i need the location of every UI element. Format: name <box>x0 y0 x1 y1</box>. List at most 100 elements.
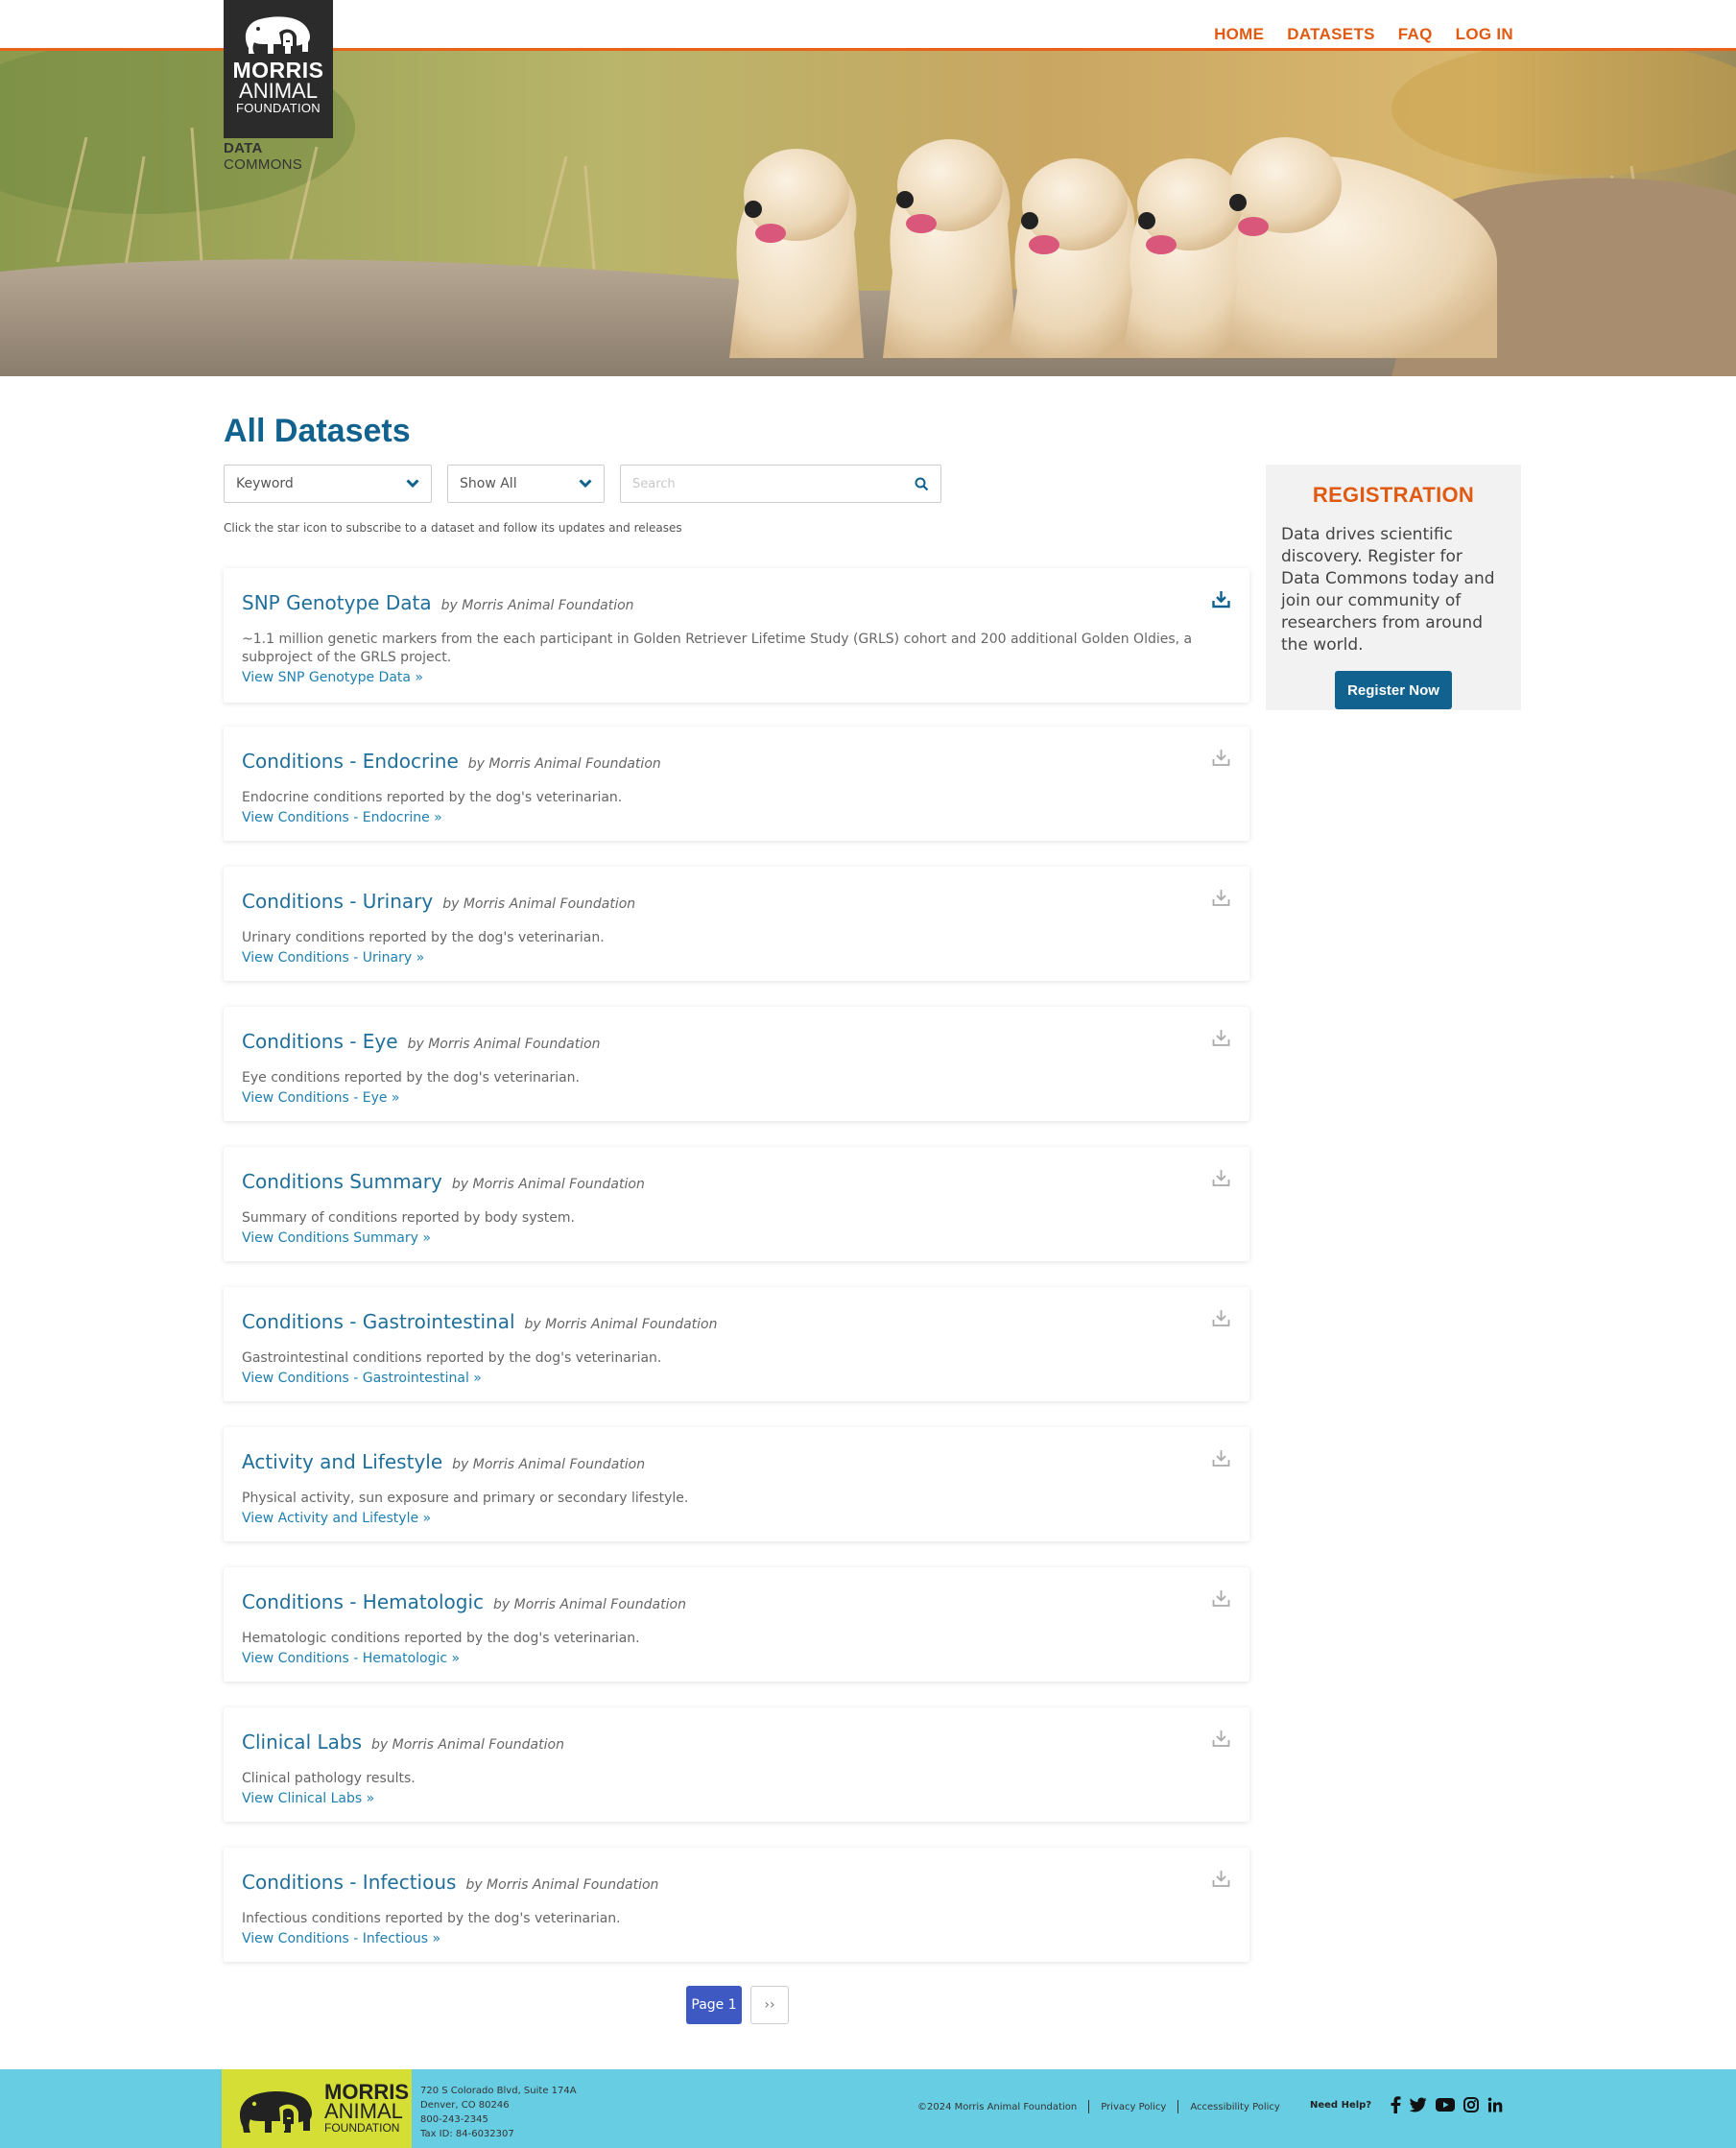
next-page-button[interactable]: ›› <box>750 1986 789 2024</box>
dataset-view-link[interactable]: View Conditions Summary » <box>242 1230 431 1246</box>
dataset-description: Urinary conditions reported by the dog's… <box>242 930 605 945</box>
dataset-description: Hematologic conditions reported by the d… <box>242 1631 640 1646</box>
search-icon[interactable] <box>915 477 929 491</box>
dataset-title[interactable]: Conditions - Eye <box>242 1030 398 1053</box>
dataset-view-link[interactable]: View Conditions - Infectious » <box>242 1931 440 1946</box>
download-icon[interactable] <box>1212 1870 1230 1888</box>
logo-subtitle: DATA COMMONS <box>224 140 333 173</box>
dataset-view-link[interactable]: View Activity and Lifestyle » <box>242 1511 431 1526</box>
dataset-title[interactable]: Conditions - Gastrointestinal <box>242 1310 515 1333</box>
dataset-card: Conditions - Eye by Morris Animal Foundat… <box>224 1007 1249 1121</box>
divider <box>1088 2100 1090 2113</box>
keyword-select-label: Keyword <box>236 476 294 491</box>
download-icon[interactable] <box>1212 1169 1230 1187</box>
footer-address: 720 S Colorado Blvd, Suite 174A Denver, … <box>420 2084 577 2141</box>
linkedin-icon[interactable] <box>1487 2097 1503 2112</box>
chevron-down-icon <box>579 479 592 489</box>
registration-panel: REGISTRATION Data drives scientific disc… <box>1266 465 1521 710</box>
nav-faq[interactable]: FAQ <box>1398 25 1433 44</box>
dataset-view-link[interactable]: View Conditions - Eye » <box>242 1090 400 1106</box>
search-input[interactable] <box>632 476 901 491</box>
dataset-author: by Morris Animal Foundation <box>451 1177 645 1192</box>
dataset-author: by Morris Animal Foundation <box>465 1877 659 1893</box>
dataset-description: Summary of conditions reported by body s… <box>242 1210 575 1226</box>
keyword-select[interactable]: Keyword <box>224 465 432 503</box>
register-now-button[interactable]: Register Now <box>1335 671 1452 709</box>
registration-title: REGISTRATION <box>1312 483 1475 507</box>
dataset-view-link[interactable]: View Conditions - Urinary » <box>242 950 424 966</box>
logo-line-morris: MORRIS <box>232 58 324 83</box>
dataset-title[interactable]: Conditions - Endocrine <box>242 750 459 773</box>
facebook-icon[interactable] <box>1390 2096 1401 2113</box>
subscribe-hint: Click the star icon to subscribe to a da… <box>224 521 682 535</box>
social-links <box>1390 2096 1503 2113</box>
dataset-description: Physical activity, sun exposure and prim… <box>242 1491 689 1506</box>
privacy-policy-link[interactable]: Privacy Policy <box>1101 2102 1166 2112</box>
footer-logo-text: MORRIS ANIMAL FOUNDATION <box>324 2082 409 2136</box>
download-icon[interactable] <box>1212 590 1230 609</box>
dataset-title[interactable]: Conditions Summary <box>242 1170 442 1193</box>
dataset-author: by Morris Animal Foundation <box>452 1457 646 1472</box>
elephant-logo-icon <box>239 2090 312 2133</box>
accessibility-policy-link[interactable]: Accessibility Policy <box>1190 2102 1279 2112</box>
twitter-icon[interactable] <box>1410 2097 1427 2112</box>
dataset-description: Eye conditions reported by the dog's vet… <box>242 1070 581 1086</box>
download-icon[interactable] <box>1212 889 1230 907</box>
nav-home[interactable]: HOME <box>1214 25 1264 44</box>
footer-logo[interactable]: MORRIS ANIMAL FOUNDATION <box>222 2069 412 2148</box>
dataset-description: ~1.1 million genetic markers from the ea… <box>242 632 1193 665</box>
need-help-link[interactable]: Need Help? <box>1310 2100 1371 2111</box>
download-icon[interactable] <box>1212 1589 1230 1608</box>
logo-sub-commons: COMMONS <box>224 156 303 173</box>
dataset-title[interactable]: Clinical Labs <box>242 1730 362 1754</box>
dataset-view-link[interactable]: View SNP Genotype Data » <box>242 670 423 685</box>
footer-links: ©2024 Morris Animal Foundation Privacy P… <box>917 2100 1280 2113</box>
copyright: ©2024 Morris Animal Foundation <box>917 2101 1078 2112</box>
download-icon[interactable] <box>1212 749 1230 767</box>
dataset-view-link[interactable]: View Clinical Labs » <box>242 1791 374 1806</box>
dataset-card: Activity and Lifestyle by Morris Animal F… <box>224 1427 1249 1541</box>
dataset-title[interactable]: SNP Genotype Data <box>242 591 432 614</box>
dataset-card: Clinical Labs by Morris Animal Foundation… <box>224 1707 1249 1822</box>
show-all-select[interactable]: Show All <box>447 465 605 503</box>
instagram-icon[interactable] <box>1463 2097 1479 2112</box>
dataset-card: Conditions - Endocrine by Morris Animal F… <box>224 727 1249 841</box>
download-icon[interactable] <box>1212 1449 1230 1468</box>
page-1-button[interactable]: Page 1 <box>686 1986 742 2024</box>
dataset-card: Conditions - Infectious by Morris Animal … <box>224 1848 1249 1962</box>
youtube-icon[interactable] <box>1436 2098 1455 2112</box>
dataset-title[interactable]: Conditions - Hematologic <box>242 1590 484 1613</box>
dataset-view-link[interactable]: View Conditions - Gastrointestinal » <box>242 1371 482 1386</box>
dataset-author: by Morris Animal Foundation <box>371 1737 564 1753</box>
dataset-description: Endocrine conditions reported by the dog… <box>242 790 623 805</box>
nav-login[interactable]: LOG IN <box>1456 25 1513 44</box>
dataset-title[interactable]: Conditions - Infectious <box>242 1871 456 1894</box>
dataset-title[interactable]: Conditions - Urinary <box>242 890 433 913</box>
download-icon[interactable] <box>1212 1029 1230 1047</box>
dataset-view-link[interactable]: View Conditions - Endocrine » <box>242 810 442 825</box>
download-icon[interactable] <box>1212 1309 1230 1327</box>
logo-line-animal: ANIMAL <box>239 79 318 103</box>
divider <box>1177 2100 1179 2113</box>
address-line: Denver, CO 80246 <box>420 2100 510 2111</box>
filter-bar: Keyword Show All <box>224 465 941 503</box>
dataset-view-link[interactable]: View Conditions - Hematologic » <box>242 1651 460 1666</box>
page-title: All Datasets <box>224 413 411 449</box>
download-icon[interactable] <box>1212 1730 1230 1748</box>
site-logo[interactable]: MORRIS ANIMAL FOUNDATION DATA COMMONS <box>224 0 333 173</box>
dataset-description: Clinical pathology results. <box>242 1771 416 1786</box>
main-nav: HOME DATASETS FAQ LOG IN <box>1214 25 1513 44</box>
dataset-author: by Morris Animal Foundation <box>524 1317 718 1332</box>
phone-number[interactable]: 800-243-2345 <box>420 2112 577 2127</box>
dataset-card: SNP Genotype Data by Morris Animal Founda… <box>224 568 1249 703</box>
dataset-title[interactable]: Activity and Lifestyle <box>242 1450 442 1473</box>
dataset-author: by Morris Animal Foundation <box>493 1597 686 1612</box>
logo-badge: MORRIS ANIMAL FOUNDATION <box>224 0 333 138</box>
footer-logo-animal: ANIMAL <box>324 2099 403 2123</box>
nav-datasets[interactable]: DATASETS <box>1287 25 1375 44</box>
registration-text: Data drives scientific discovery. Regist… <box>1281 525 1495 655</box>
show-all-select-label: Show All <box>460 476 517 491</box>
dataset-card: Conditions - Urinary by Morris Animal Fou… <box>224 867 1249 981</box>
footer-logo-foundation: FOUNDATION <box>324 2121 400 2135</box>
chevron-down-icon <box>406 479 419 489</box>
